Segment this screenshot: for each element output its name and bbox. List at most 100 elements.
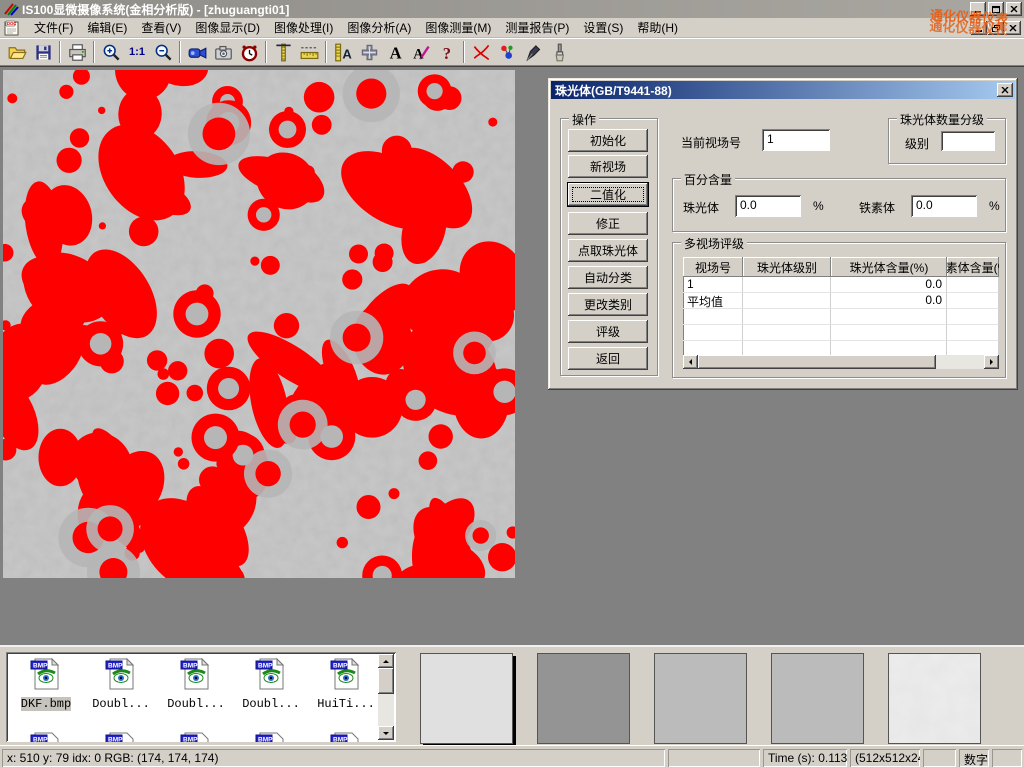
pearlite-dialog: 珠光体(GB/T9441-88) 操作 初始化 新视场 二值化 修正 点取珠光体… xyxy=(548,78,1018,390)
status-empty-1 xyxy=(668,749,760,767)
app-logo-icon xyxy=(3,2,19,16)
change-class-button[interactable]: 更改类别 xyxy=(568,293,648,316)
thumbnail-2[interactable] xyxy=(537,653,630,744)
table-row[interactable]: 1 0.0 xyxy=(683,277,999,293)
caliper-icon[interactable] xyxy=(270,40,296,64)
file-item[interactable]: BMP xyxy=(160,730,232,742)
menu-edit[interactable]: 编辑(E) xyxy=(80,17,134,38)
menu-report[interactable]: 测量报告(P) xyxy=(498,17,576,38)
toolbar-separator xyxy=(93,41,95,63)
pearlite-unit: % xyxy=(813,199,824,213)
pearlite-label: 珠光体 xyxy=(683,199,719,216)
menu-image-measure[interactable]: 图像测量(M) xyxy=(418,17,498,38)
file-name[interactable]: Doubl... xyxy=(167,697,225,711)
camera-icon[interactable] xyxy=(210,40,236,64)
thumbnail-4[interactable] xyxy=(771,653,864,744)
return-button[interactable]: 返回 xyxy=(568,347,648,370)
menu-settings[interactable]: 设置(S) xyxy=(576,17,630,38)
correct-button[interactable]: 修正 xyxy=(568,212,648,235)
ruler-icon[interactable] xyxy=(296,40,322,64)
dialog-title-bar[interactable]: 珠光体(GB/T9441-88) xyxy=(551,81,1015,99)
bmp-file-icon: BMP xyxy=(178,730,214,742)
file-name[interactable]: HuiTi... xyxy=(317,697,375,711)
table-row[interactable]: 平均值 0.0 xyxy=(683,293,999,309)
minimize-button[interactable] xyxy=(970,2,986,16)
pick-pearlite-button[interactable]: 点取珠光体 xyxy=(568,239,648,262)
open-icon[interactable] xyxy=(4,40,30,64)
file-name[interactable]: Doubl... xyxy=(242,697,300,711)
thumbnail-3[interactable] xyxy=(654,653,747,744)
scrollbar-thumb[interactable] xyxy=(698,355,936,369)
current-field-input[interactable]: 1 xyxy=(762,129,830,151)
grid-icon[interactable] xyxy=(356,40,382,64)
file-item[interactable]: BMP Doubl... xyxy=(235,656,307,711)
init-button[interactable]: 初始化 xyxy=(568,129,648,152)
measure-text-icon[interactable]: A xyxy=(330,40,356,64)
curve-tool-icon[interactable] xyxy=(468,40,494,64)
svg-text:A: A xyxy=(389,43,401,62)
thumbnail-1[interactable] xyxy=(420,653,513,744)
thumbnail-5[interactable] xyxy=(888,653,981,744)
grading-group-label: 珠光体数量分级 xyxy=(897,111,987,128)
text-icon[interactable]: A xyxy=(382,40,408,64)
file-list-scrollbar[interactable] xyxy=(378,654,394,740)
title-bar: IS100显微摄像系统(金相分析版) - [zhuguangti01] xyxy=(0,0,1024,18)
scroll-right-icon[interactable] xyxy=(984,355,999,369)
table-horizontal-scrollbar[interactable] xyxy=(683,355,999,369)
file-item[interactable]: BMP xyxy=(310,730,382,742)
scrollbar-thumb[interactable] xyxy=(378,668,394,694)
micrograph-image[interactable] xyxy=(3,70,515,578)
auto-classify-button[interactable]: 自动分类 xyxy=(568,266,648,289)
file-item[interactable]: BMP xyxy=(85,730,157,742)
file-name[interactable]: DKF.bmp xyxy=(21,697,71,711)
file-item[interactable]: BMP Doubl... xyxy=(160,656,232,711)
zoom-out-icon[interactable] xyxy=(150,40,176,64)
menu-help[interactable]: 帮助(H) xyxy=(630,17,685,38)
zoom-in-icon[interactable] xyxy=(98,40,124,64)
file-name[interactable]: Doubl... xyxy=(92,697,150,711)
mdi-restore-button[interactable] xyxy=(988,21,1004,35)
scroll-down-icon[interactable] xyxy=(378,726,394,740)
scroll-up-icon[interactable] xyxy=(378,654,394,668)
annotate-icon[interactable]: A xyxy=(408,40,434,64)
help-icon[interactable]: ? xyxy=(434,40,460,64)
menu-view[interactable]: 查看(V) xyxy=(134,17,188,38)
bmp-file-icon: BMP xyxy=(253,730,289,742)
brush-icon[interactable] xyxy=(546,40,572,64)
mdi-close-button[interactable] xyxy=(1005,21,1021,35)
menu-file[interactable]: 文件(F) xyxy=(27,17,80,38)
file-item[interactable]: BMP xyxy=(235,730,307,742)
file-item[interactable]: BMP HuiTi... xyxy=(310,656,382,711)
timer-icon[interactable] xyxy=(236,40,262,64)
menu-image-display[interactable]: 图像显示(D) xyxy=(188,17,267,38)
mdi-minimize-button[interactable] xyxy=(971,21,987,35)
video-camera-icon[interactable] xyxy=(184,40,210,64)
scroll-left-icon[interactable] xyxy=(683,355,698,369)
close-button[interactable] xyxy=(1006,2,1022,16)
svg-text:BMP: BMP xyxy=(108,737,123,743)
pen-icon[interactable] xyxy=(520,40,546,64)
table-header: 视场号 珠光体级别 珠光体含量(%) 铁素体含量(%) xyxy=(683,257,999,277)
menu-image-analysis[interactable]: 图像分析(A) xyxy=(340,17,418,38)
grade-button[interactable]: 评级 xyxy=(568,320,648,343)
binarize-button[interactable]: 二值化 xyxy=(568,183,648,206)
particles-icon[interactable] xyxy=(494,40,520,64)
maximize-button[interactable] xyxy=(988,2,1004,16)
bmp-file-icon: BMP xyxy=(103,656,139,692)
new-field-button[interactable]: 新视场 xyxy=(568,155,648,178)
print-icon[interactable] xyxy=(64,40,90,64)
actual-size-icon[interactable]: 1:1 xyxy=(124,40,150,64)
dialog-close-icon[interactable] xyxy=(997,83,1013,97)
menu-image-process[interactable]: 图像处理(I) xyxy=(267,17,340,38)
bmp-file-icon: BMP xyxy=(28,730,64,742)
file-item[interactable]: BMP DKF.bmp xyxy=(10,656,82,711)
grading-table[interactable]: 视场号 珠光体级别 珠光体含量(%) 铁素体含量(%) 1 0.0 平均值 0.… xyxy=(683,257,999,357)
grade-input[interactable] xyxy=(941,131,995,151)
save-icon[interactable] xyxy=(30,40,56,64)
file-item[interactable]: BMP Doubl... xyxy=(85,656,157,711)
file-item[interactable]: BMP xyxy=(10,730,82,742)
multifield-group: 多视场评级 视场号 珠光体级别 珠光体含量(%) 铁素体含量(%) 1 0.0 … xyxy=(672,242,1006,378)
file-browser[interactable]: BMP DKF.bmp BMP Doubl... BMP xyxy=(6,652,396,742)
pearlite-percent-input[interactable]: 0.0 xyxy=(735,195,801,217)
ferrite-percent-input[interactable]: 0.0 xyxy=(911,195,977,217)
